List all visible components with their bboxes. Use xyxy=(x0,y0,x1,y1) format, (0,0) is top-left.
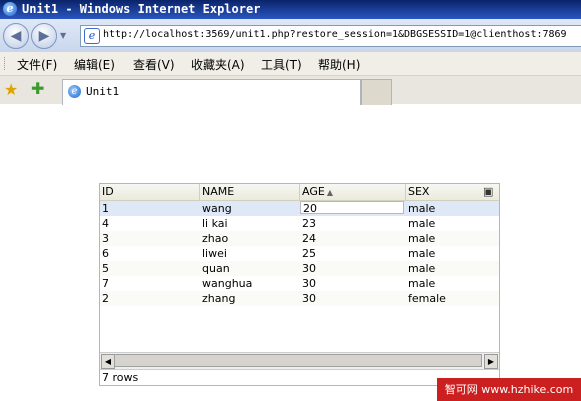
column-header-label: NAME xyxy=(202,185,235,198)
cell-name[interactable]: liwei xyxy=(200,246,227,261)
cell-name[interactable]: zhao xyxy=(200,231,228,246)
cell-id[interactable]: 1 xyxy=(100,201,109,216)
add-favorite-icon[interactable]: ✚ xyxy=(31,79,44,98)
page-icon: e xyxy=(84,28,100,44)
back-button[interactable]: ◀ xyxy=(3,23,29,49)
table-row[interactable]: 2 zhang 30 female xyxy=(100,291,499,306)
cell-name[interactable]: li kai xyxy=(200,216,228,231)
scroll-right-icon[interactable]: ▶ xyxy=(484,354,498,369)
cell-sex[interactable]: male xyxy=(406,276,435,291)
cell-age[interactable]: 30 xyxy=(300,291,316,306)
menu-file[interactable]: 文件(F) xyxy=(17,56,57,73)
favorites-star-icon[interactable]: ★ xyxy=(4,80,18,99)
tab-unit1[interactable]: e Unit1 xyxy=(62,79,361,105)
cell-id[interactable]: 3 xyxy=(100,231,109,246)
address-row: ◀ ▶ ▼ e http://localhost:3569/unit1.php?… xyxy=(0,19,581,52)
menu-edit[interactable]: 编辑(E) xyxy=(74,56,115,73)
column-header-label: ID xyxy=(102,185,114,198)
column-header-name[interactable]: NAME xyxy=(200,184,300,200)
cell-sex[interactable]: female xyxy=(406,291,446,306)
scroll-left-icon[interactable]: ◀ xyxy=(101,354,115,369)
back-arrow-icon: ◀ xyxy=(10,28,22,44)
table-row[interactable]: 3 zhao 24 male xyxy=(100,231,499,246)
cell-age[interactable]: 23 xyxy=(300,216,316,231)
forward-arrow-icon: ▶ xyxy=(38,28,50,44)
cell-age-editor[interactable]: 20 xyxy=(300,201,404,215)
scrollbar-thumb[interactable] xyxy=(114,354,482,367)
data-grid: ID NAME AGE ▲ SEX ▣ 1 wang 20 male 4 li k… xyxy=(99,183,500,386)
new-tab-button[interactable] xyxy=(361,79,392,105)
watermark: 智可网 www.hzhike.com xyxy=(437,378,581,401)
cell-name[interactable]: wang xyxy=(200,201,232,216)
cell-sex[interactable]: male xyxy=(406,201,435,216)
column-header-label: SEX xyxy=(408,185,430,198)
cell-id[interactable]: 4 xyxy=(100,216,109,231)
menu-help[interactable]: 帮助(H) xyxy=(318,56,360,73)
horizontal-scrollbar[interactable]: ◀ ▶ xyxy=(100,352,499,369)
menu-bar: 文件(F) 编辑(E) 查看(V) 收藏夹(A) 工具(T) 帮助(H) xyxy=(0,52,581,76)
table-row[interactable]: 1 wang 20 male xyxy=(100,201,499,216)
cell-name[interactable]: wanghua xyxy=(200,276,252,291)
window-titlebar: e Unit1 - Windows Internet Explorer xyxy=(0,0,581,19)
table-row[interactable]: 4 li kai 23 male xyxy=(100,216,499,231)
forward-button[interactable]: ▶ xyxy=(31,23,57,49)
column-header-age[interactable]: AGE ▲ xyxy=(300,184,406,200)
column-header-sex[interactable]: SEX xyxy=(406,184,482,200)
cell-id[interactable]: 5 xyxy=(100,261,109,276)
menu-view[interactable]: 查看(V) xyxy=(133,56,175,73)
url-text[interactable]: http://localhost:3569/unit1.php?restore_… xyxy=(103,29,567,40)
table-row[interactable]: 6 liwei 25 male xyxy=(100,246,499,261)
cell-age[interactable]: 30 xyxy=(300,276,316,291)
cell-sex[interactable]: male xyxy=(406,261,435,276)
cell-age[interactable]: 25 xyxy=(300,246,316,261)
cell-sex[interactable]: male xyxy=(406,216,435,231)
history-dropdown-icon[interactable]: ▼ xyxy=(60,31,66,40)
column-header-id[interactable]: ID xyxy=(100,184,200,200)
ie-logo-icon: e xyxy=(3,2,17,16)
table-row[interactable]: 5 quan 30 male xyxy=(100,261,499,276)
address-bar[interactable]: e http://localhost:3569/unit1.php?restor… xyxy=(80,25,581,47)
menu-favorites[interactable]: 收藏夹(A) xyxy=(191,56,245,73)
cell-id[interactable]: 6 xyxy=(100,246,109,261)
cell-name[interactable]: quan xyxy=(200,261,230,276)
cell-age[interactable]: 24 xyxy=(300,231,316,246)
table-row[interactable]: 7 wanghua 30 male xyxy=(100,276,499,291)
menu-tools[interactable]: 工具(T) xyxy=(261,56,302,73)
toolbar-grip[interactable] xyxy=(4,57,8,70)
sort-ascending-icon: ▲ xyxy=(326,188,333,197)
tab-label: Unit1 xyxy=(86,85,120,98)
cell-id[interactable]: 2 xyxy=(100,291,109,306)
cell-age[interactable]: 30 xyxy=(300,261,316,276)
cell-sex[interactable]: male xyxy=(406,246,435,261)
window-title: Unit1 - Windows Internet Explorer xyxy=(22,2,261,16)
cell-id[interactable]: 7 xyxy=(100,276,109,291)
grid-header: ID NAME AGE ▲ SEX ▣ xyxy=(100,184,499,201)
tab-row: ★ ✚ e Unit1 xyxy=(0,76,581,105)
cell-sex[interactable]: male xyxy=(406,231,435,246)
tab-ie-icon: e xyxy=(68,85,81,98)
cell-name[interactable]: zhang xyxy=(200,291,235,306)
column-header-label: AGE xyxy=(302,185,325,198)
column-menu-icon[interactable]: ▣ xyxy=(483,186,494,197)
